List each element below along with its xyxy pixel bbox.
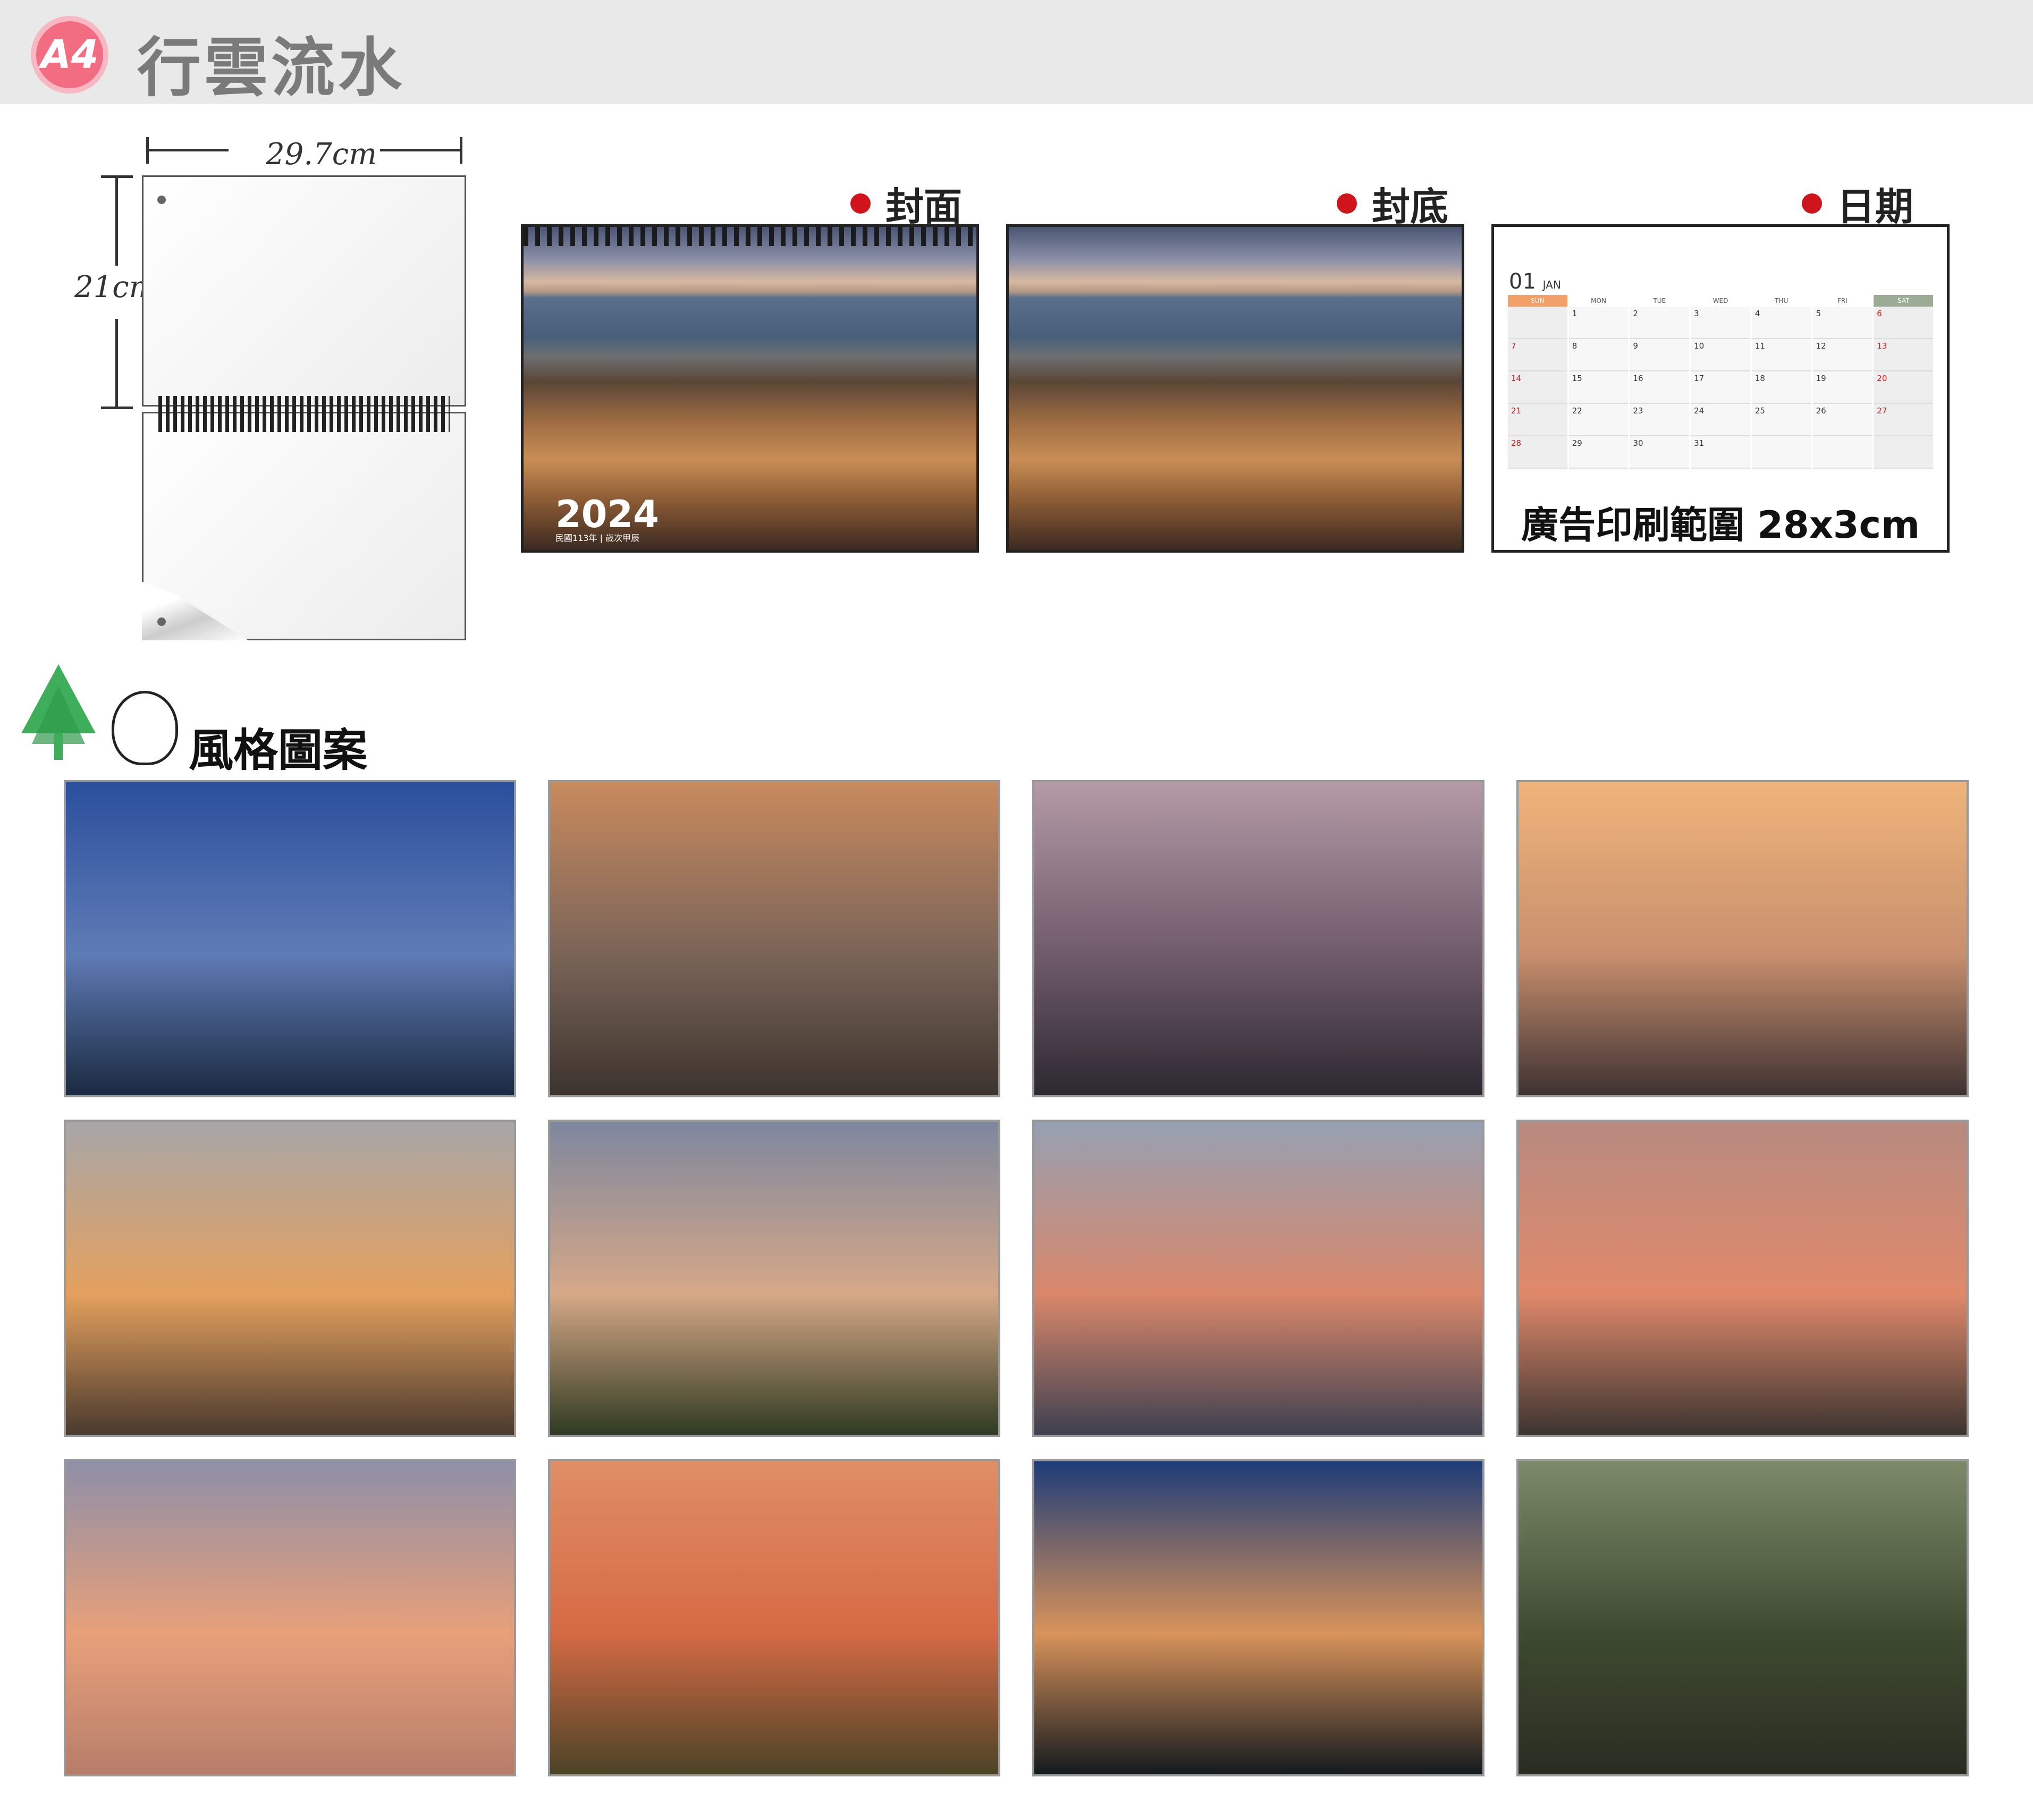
header-bar: A4 行雲流水 [0,0,2033,105]
size-badge: A4 [31,16,108,94]
date-label: 日期 [1802,175,1913,231]
width-label: 29.7cm [266,137,377,172]
red-dot-icon [850,193,871,214]
calendar-day: 30 [1630,436,1690,469]
cover-year: 2024 [555,493,659,536]
calendar-day [1874,436,1933,469]
calendar-day: 18 [1751,371,1811,404]
calendar-day: 10 [1691,339,1750,371]
thumbnail-mountain-sunrise-photographer[interactable] [548,1120,1000,1437]
calendar-day: 27 [1874,404,1933,436]
calendar-day: 22 [1568,404,1629,436]
thumbnail-city-night-interchange[interactable] [64,780,516,1097]
back-panel[interactable] [1006,224,1464,553]
thumbnail-rocky-coast-sunset[interactable] [64,1459,516,1776]
weekday-header: WED [1713,297,1728,304]
weekday-header: FRI [1837,297,1848,304]
thumbnail-fiery-sky-lake[interactable] [548,1459,1000,1776]
red-dot-icon [1337,193,1357,214]
spiral-binding-lower [158,412,450,432]
cover-panel[interactable]: 2024 民國113年 | 歲次甲辰 [521,224,979,553]
binding-rings [524,227,976,246]
calendar-day [1508,307,1567,339]
calendar-day: 8 [1568,339,1629,371]
calendar-day: 19 [1812,371,1872,404]
width-dimension: 29.7cm [146,137,462,172]
ad-print-area: 廣告印刷範圍 28x3cm [1521,503,1920,547]
calendar-day: 7 [1508,339,1567,371]
thumbnail-taipei-101-dusk[interactable] [1032,1459,1484,1776]
product-page: A4 行雲流水 29.7cm 21cm 封面 2024 民國113年 | 歲次甲… [0,0,2033,1820]
calendar-day [1751,436,1811,469]
weekday-header: TUE [1653,297,1666,304]
calendar-day: 3 [1691,307,1750,339]
calendar-day: 16 [1630,371,1690,404]
calendar-day: 25 [1751,404,1811,436]
product-title: 行雲流水 [137,31,405,105]
calendar-day: 6 [1874,307,1933,339]
doodle-face-icon [112,691,178,765]
calendar-day: 11 [1751,339,1811,371]
weekday-header: SUN [1508,295,1567,307]
weekday-header: THU [1775,297,1789,304]
calendar-day: 28 [1508,436,1567,469]
back-label: 封底 [1337,175,1448,231]
cover-label: 封面 [850,175,962,231]
calendar-day: 15 [1568,371,1629,404]
calendar-day: 29 [1568,436,1629,469]
calendar-day: 31 [1691,436,1750,469]
style-section-title: 風格圖案 [189,724,368,776]
calendar-day: 26 [1812,404,1872,436]
calendar-day: 13 [1874,339,1933,371]
weekday-header: SAT [1874,295,1933,307]
calendar-day: 5 [1812,307,1872,339]
cover-subtitle: 民國113年 | 歲次甲辰 [555,533,640,543]
thumbnail-sunset-pier-boardwalk[interactable] [548,780,1000,1097]
calendar-day: 4 [1751,307,1811,339]
calendar-day: 17 [1691,371,1750,404]
thumbnail-bamboo-forest-hut[interactable] [1516,1459,1969,1776]
calendar-day: 1 [1568,307,1629,339]
hang-hole-bottom [157,617,166,626]
calendar-day [1812,436,1872,469]
calendar-day: 14 [1508,371,1567,404]
thumbnail-orange-sky-tideflat[interactable] [1516,1120,1969,1437]
calendar-day: 9 [1630,339,1690,371]
date-panel[interactable]: 01 JAN SUN MON TUE WED THU FRI SAT 1 2 3 4 5 6 7 8 9 10 1… [1491,224,1950,553]
calendar-grid: SUN MON TUE WED THU FRI SAT 1 2 3 4 5 6 7 8 9 10 11 12 13 14… [1508,295,1933,469]
calendar-day: 20 [1874,371,1933,404]
thumbnail-pink-clouds-harbor[interactable] [1032,1120,1484,1437]
tree-icon [21,664,96,760]
thumbnail-dusk-seashore-waves[interactable] [1032,780,1484,1097]
red-dot-icon [1802,193,1822,214]
calendar-day: 23 [1630,404,1690,436]
height-dimension: 21cm [74,175,157,409]
calendar-day: 12 [1812,339,1872,371]
thumbnail-golden-pier-sunset[interactable] [64,1120,516,1437]
thumbnail-sunburst-harbor-boats[interactable] [1516,780,1969,1097]
calendar-day: 21 [1508,404,1567,436]
weekday-header: MON [1591,297,1606,304]
calendar-sheet-top [142,175,466,407]
hang-hole [157,196,166,204]
calendar-day: 2 [1630,307,1690,339]
calendar-day: 24 [1691,404,1750,436]
photo-grid [64,780,1969,1776]
calendar-month: 01 JAN [1509,269,1561,294]
